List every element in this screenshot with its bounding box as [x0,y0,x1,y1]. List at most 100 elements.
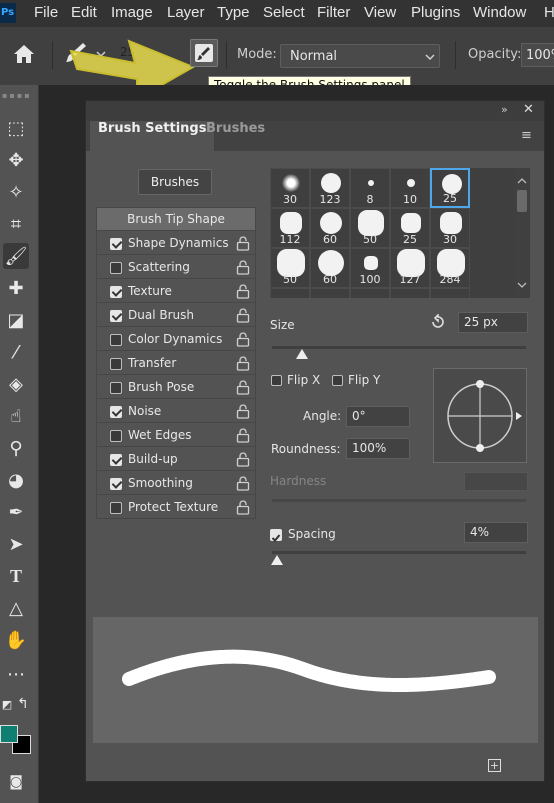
brush-tip-1[interactable]: 30 [270,168,310,208]
lock-icon[interactable] [236,476,250,491]
brush-option-build-up[interactable]: Build-up [97,448,255,471]
roundness-field[interactable]: 100% [346,438,410,459]
collapse-icon[interactable]: » [501,103,508,116]
brush-tip-19[interactable] [390,288,430,298]
menu-select[interactable]: Select [263,4,305,21]
menu-view[interactable]: View [364,4,396,21]
eyedropper-icon[interactable]: ⁄ [3,339,29,365]
opacity-field[interactable]: 100% [521,43,554,67]
spacing-field[interactable]: 4% [464,522,528,543]
angle-roundness-preview[interactable] [433,368,527,463]
path-selection-icon[interactable]: ➤ [3,531,29,557]
size-field[interactable]: 25 px [458,312,528,333]
chevron-down-icon[interactable] [517,282,527,288]
brush-tip-7[interactable]: 60 [310,208,350,248]
panel-menu-icon[interactable]: ≡ [521,128,532,143]
move-icon[interactable]: ✥ [3,147,29,173]
menu-type[interactable]: Type [217,4,250,21]
default-colors-icon[interactable]: ◩ [0,691,14,717]
checkbox[interactable] [110,406,122,418]
menu-layer[interactable]: Layer [167,4,205,21]
brush-option-noise[interactable]: Noise [97,400,255,423]
lock-icon[interactable] [236,260,250,275]
brush-tip-15[interactable]: 284 [430,248,470,288]
brush-tip-16[interactable] [270,288,310,298]
size-slider[interactable] [272,346,526,349]
brush-option-scattering[interactable]: Scattering [97,256,255,279]
checkbox[interactable] [110,262,122,274]
lock-icon[interactable] [236,380,250,395]
brush-option-smoothing[interactable]: Smoothing [97,472,255,495]
hand-icon[interactable]: ✋ [3,627,29,653]
menu-help[interactable]: H [544,4,554,21]
scroll-thumb[interactable] [517,190,527,212]
foreground-color-swatch[interactable] [0,725,18,743]
spacing-slider-thumb[interactable] [271,555,284,565]
checkbox[interactable] [110,286,122,298]
brush-tip-11[interactable]: 50 [270,248,310,288]
magic-wand-icon[interactable]: ✧ [3,179,29,205]
type-icon[interactable]: T [3,563,29,589]
checkbox[interactable] [110,310,122,322]
brush-tip-14[interactable]: 127 [390,248,430,288]
menu-edit[interactable]: Edit [71,4,97,21]
brush-option-dual-brush[interactable]: Dual Brush [97,304,255,327]
menu-window[interactable]: Window [473,4,526,21]
brush-option-transfer[interactable]: Transfer [97,352,255,375]
brush-tip-18[interactable] [350,288,390,298]
brush-tip-10[interactable]: 30 [430,208,470,248]
home-icon[interactable] [12,43,36,65]
chevron-up-icon[interactable] [517,178,527,184]
blur-icon[interactable]: ◕ [3,467,29,493]
angle-field[interactable]: 0° [346,406,410,427]
brush-icon[interactable]: 🖌 [3,243,29,269]
panel-title-bar[interactable]: » ✕ [86,101,544,121]
brush-option-wet-edges[interactable]: Wet Edges [97,424,255,447]
checkbox[interactable] [110,454,122,466]
lock-icon[interactable] [236,284,250,299]
pen-icon[interactable]: ✒ [3,499,29,525]
brush-tip-9[interactable]: 25 [390,208,430,248]
checkbox[interactable] [110,478,122,490]
lock-icon[interactable] [236,332,250,347]
brush-tip-2[interactable]: 123 [310,168,350,208]
shape-icon[interactable]: △ [3,595,29,621]
paint-bucket-icon[interactable]: ◈ [3,371,29,397]
brush-tip-13[interactable]: 100 [350,248,390,288]
brush-option-color-dynamics[interactable]: Color Dynamics [97,328,255,351]
crop-icon[interactable]: ⌗ [3,211,29,237]
checkbox[interactable] [110,382,122,394]
lock-icon[interactable] [236,404,250,419]
healing-icon[interactable]: ✚ [3,275,29,301]
lock-icon[interactable] [236,500,250,515]
new-brush-icon[interactable]: + [488,759,501,772]
quick-mask-icon[interactable]: ◙ [3,769,29,795]
brush-tip-4[interactable]: 10 [390,168,430,208]
lock-icon[interactable] [236,236,250,251]
menu-file[interactable]: File [34,4,58,21]
tip-grid-scrollbar[interactable] [514,168,530,298]
lock-icon[interactable] [236,428,250,443]
reset-size-icon[interactable] [430,314,446,330]
brush-tip-5[interactable]: 25 [430,168,470,208]
spacing-checkbox[interactable] [270,529,282,542]
brush-tip-6[interactable]: 112 [270,208,310,248]
swap-colors-icon[interactable]: ↰ [14,691,32,717]
brushes-button[interactable]: Brushes [138,169,212,195]
lock-icon[interactable] [236,356,250,371]
brush-tip-12[interactable]: 60 [310,248,350,288]
menu-image[interactable]: Image [111,4,153,21]
brush-settings-toggle-button[interactable] [190,39,218,67]
size-slider-thumb[interactable] [296,349,309,359]
dodge-icon[interactable]: ⚲ [3,435,29,461]
tab-brushes[interactable]: Brushes [198,121,273,151]
checkbox[interactable] [110,430,122,442]
lock-icon[interactable] [236,308,250,323]
brush-tip-17[interactable] [310,288,350,298]
more-tools-icon[interactable]: ⋯ [3,661,29,687]
eraser-icon[interactable]: ◪ [3,307,29,333]
checkbox[interactable] [110,502,122,514]
lock-icon[interactable] [236,452,250,467]
checkbox[interactable] [110,334,122,346]
checkbox[interactable] [110,238,122,250]
